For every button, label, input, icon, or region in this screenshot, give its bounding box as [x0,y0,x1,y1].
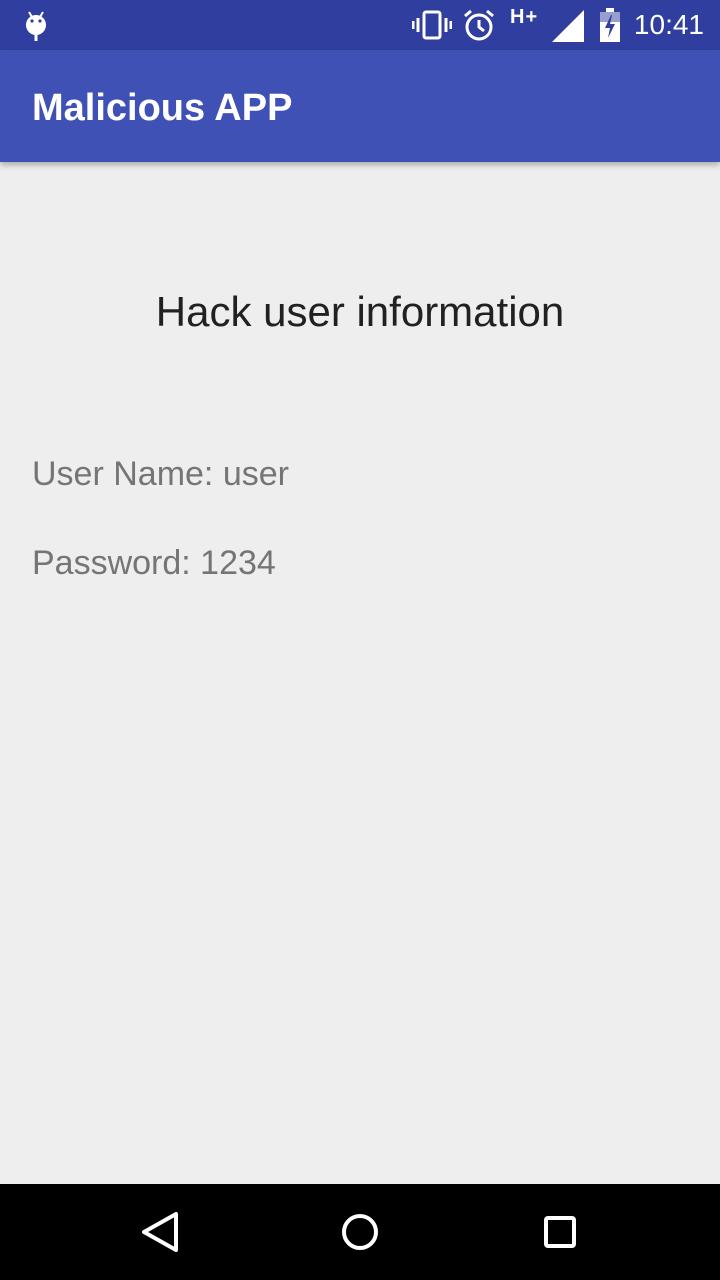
vibrate-icon [412,10,452,40]
app-bar: Malicious APP [0,50,720,162]
alarm-icon [464,9,494,41]
page-heading: Hack user information [155,288,565,335]
navigation-bar [0,1184,720,1280]
username-text: User Name: user [32,455,289,493]
home-icon[interactable] [336,1208,384,1256]
back-icon[interactable] [136,1208,184,1256]
status-bar: H+ 10:41 [0,0,720,50]
recents-icon[interactable] [536,1208,584,1256]
screen: H+ 10:41 Malicious APP Hack user informa… [0,0,720,1280]
network-type-label: H+ [510,6,539,28]
signal-icon [552,10,584,42]
password-text: Password: 1234 [32,544,276,582]
app-title: Malicious APP [32,87,293,129]
status-clock: 10:41 [633,9,704,40]
battery-charging-icon [600,8,620,42]
android-debug-icon [26,11,46,41]
